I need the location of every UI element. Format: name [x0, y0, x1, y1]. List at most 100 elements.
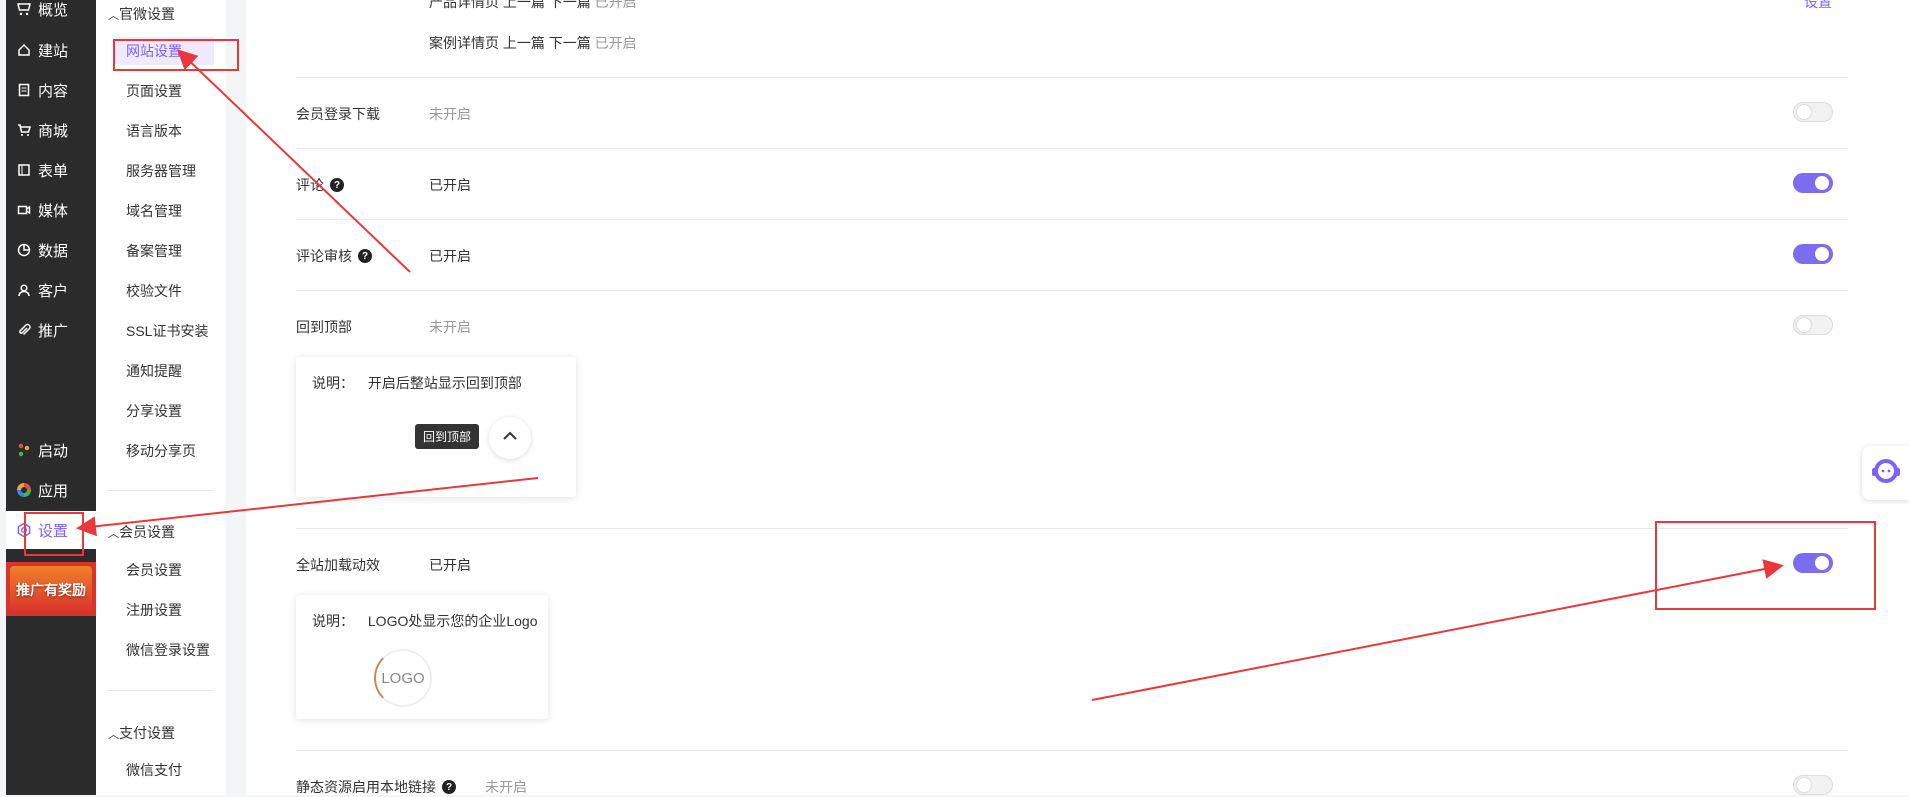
comment-review-toggle[interactable] [1793, 244, 1833, 264]
media-icon [16, 202, 32, 218]
help-icon[interactable]: ? [330, 178, 344, 192]
apps-icon [16, 482, 32, 498]
help-icon[interactable]: ? [358, 249, 372, 263]
set-link[interactable]: 设置 [1804, 0, 1832, 12]
nav-item-apps[interactable]: 应用 [6, 471, 96, 509]
group-payment-settings[interactable]: ︿支付设置 [108, 723, 175, 743]
comment-review-status: 已开启 [429, 248, 471, 264]
nav-item-form[interactable]: 表单 [6, 151, 96, 189]
back-to-top-status: 未开启 [429, 319, 471, 335]
back-to-top-label: 回到顶部 [296, 319, 352, 335]
group-site-settings[interactable]: ︿官微设置 [108, 4, 175, 24]
nav-item-promotion[interactable]: 推广 [6, 311, 96, 349]
nav-item-overview[interactable]: 概览 [6, 0, 96, 28]
nav-label: 表单 [38, 162, 69, 180]
card-description: 说明： 开启后整站显示回到顶部 [312, 375, 522, 391]
page-loading-label: 全站加载动效 [296, 557, 380, 573]
nav-label: 设置 [38, 522, 69, 540]
nav-label: 启动 [38, 442, 69, 460]
subnav-item-verify-file[interactable]: 校验文件 [114, 277, 214, 305]
divider [108, 690, 214, 691]
nav-item-shop[interactable]: 商城 [6, 111, 96, 149]
nav-label: 推广 [38, 322, 69, 340]
chevron-up-icon: ︿ [108, 10, 119, 22]
subnav-item-server[interactable]: 服务器管理 [114, 157, 214, 185]
cart-icon [16, 122, 32, 138]
member-download-label: 会员登录下载 [296, 106, 380, 122]
card-description: 说明： LOGO处显示您的企业Logo [312, 613, 538, 629]
nav-label: 建站 [38, 42, 69, 60]
headset-icon [1869, 454, 1903, 493]
back-to-top-button [489, 417, 531, 459]
subnav-item-ssl[interactable]: SSL证书安装 [114, 317, 214, 345]
nav-item-build[interactable]: 建站 [6, 31, 96, 69]
overview-icon [16, 1, 32, 17]
static-local-toggle[interactable] [1793, 775, 1833, 795]
divider [296, 290, 1848, 291]
comment-label: 评论? [296, 175, 344, 195]
back-to-top-toggle[interactable] [1793, 315, 1833, 335]
divider [296, 77, 1848, 78]
subnav-item-register[interactable]: 注册设置 [114, 596, 214, 624]
nav-item-customer[interactable]: 客户 [6, 271, 96, 309]
form-icon [16, 162, 32, 178]
logo-loader: LOGO [374, 649, 432, 707]
settings-subnav: ︿官微设置 网站设置 页面设置 语言版本 服务器管理 域名管理 备案管理 校验文… [96, 0, 226, 795]
back-to-top-tooltip: 回到顶部 [415, 424, 480, 449]
subnav-item-domain[interactable]: 域名管理 [114, 197, 214, 225]
promo-label: 推广有奖励 [16, 582, 86, 598]
subnav-item-icp[interactable]: 备案管理 [114, 237, 214, 265]
subnav-item-wechat-login[interactable]: 微信登录设置 [114, 636, 214, 664]
nav-label: 客户 [38, 282, 69, 300]
subnav-item-language[interactable]: 语言版本 [114, 117, 214, 145]
document-icon [16, 82, 32, 98]
chevron-up-icon: ︿ [108, 729, 119, 741]
paperclip-icon [16, 322, 32, 338]
nav-label: 概览 [38, 1, 69, 19]
subnav-item-member[interactable]: 会员设置 [114, 556, 214, 584]
member-download-status: 未开启 [429, 106, 471, 122]
divider [296, 528, 1848, 529]
subnav-item-wechat-pay[interactable]: 微信支付 [114, 756, 214, 784]
main-nav: 概览 建站 内容 商城 表单 媒体 数据 客户 推广 启动 应用 设置 推广有奖… [6, 0, 96, 795]
case-detail-nav-row: 案例详情页 上一篇 下一篇 已开启 [429, 35, 637, 51]
comment-status: 已开启 [429, 177, 471, 193]
page-loading-toggle[interactable] [1793, 553, 1833, 573]
help-icon[interactable]: ? [442, 780, 456, 794]
nav-label: 应用 [38, 482, 69, 500]
chevron-up-icon: ︿ [108, 528, 119, 540]
divider [108, 490, 214, 491]
chevron-up-icon [501, 427, 519, 450]
divider [296, 750, 1848, 751]
product-detail-nav-row: 产品详情页 上一篇 下一篇 已开启 [429, 0, 637, 10]
nav-item-settings[interactable]: 设置 [6, 511, 96, 549]
nav-item-data[interactable]: 数据 [6, 231, 96, 269]
member-download-toggle[interactable] [1793, 102, 1833, 122]
divider [296, 148, 1848, 149]
nav-label: 数据 [38, 242, 69, 260]
subnav-item-website[interactable]: 网站设置 [114, 37, 214, 65]
start-icon [16, 442, 32, 458]
gear-icon [16, 522, 32, 538]
static-local-status: 未开启 [485, 779, 527, 795]
nav-item-content[interactable]: 内容 [6, 71, 96, 109]
main-content: 产品详情页 上一篇 下一篇 已开启 设置 案例详情页 上一篇 下一篇 已开启 会… [246, 0, 1909, 795]
group-member-settings[interactable]: ︿会员设置 [108, 522, 175, 542]
comment-toggle[interactable] [1793, 173, 1833, 193]
nav-label: 商城 [38, 122, 69, 140]
subnav-item-share[interactable]: 分享设置 [114, 397, 214, 425]
nav-item-start[interactable]: 启动 [6, 431, 96, 469]
subnav-item-notify[interactable]: 通知提醒 [114, 357, 214, 385]
user-icon [16, 282, 32, 298]
nav-item-media[interactable]: 媒体 [6, 191, 96, 229]
nav-label: 媒体 [38, 202, 69, 220]
comment-review-label: 评论审核? [296, 246, 372, 266]
promo-banner[interactable]: 推广有奖励 [6, 562, 96, 616]
home-icon [16, 42, 32, 58]
subnav-item-mobile-share[interactable]: 移动分享页 [114, 437, 214, 465]
subnav-item-page[interactable]: 页面设置 [114, 77, 214, 105]
pie-chart-icon [16, 242, 32, 258]
page-loading-status: 已开启 [429, 557, 471, 573]
back-to-top-preview-card: 说明： 开启后整站显示回到顶部 回到顶部 [296, 357, 576, 497]
customer-service-button[interactable] [1862, 446, 1909, 500]
